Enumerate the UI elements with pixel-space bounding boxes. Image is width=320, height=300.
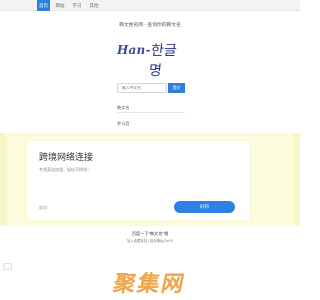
result-hangul-name: 韩文名 [117, 104, 185, 113]
logo-hangul-text: 한글명 [148, 43, 178, 79]
result-romanization: 罗马音 [117, 121, 130, 126]
ad-description: 专线直连加速，轻松不掉线！ [39, 167, 91, 172]
ad-strip-left [0, 133, 6, 226]
bottom-logo: 聚集网 [110, 272, 189, 297]
top-nav: 首页 网站 学习 其他 [0, 0, 300, 11]
nav-item-4[interactable]: 其他 [87, 0, 101, 11]
site-logo[interactable]: Han- 한글명 [117, 38, 187, 79]
nav-item-home[interactable]: 首页 [37, 0, 50, 11]
ad-headline: 跨境网络连接 [39, 152, 94, 162]
footer-tip: 百度一下“韩文名”哦 [131, 231, 169, 236]
search-submit-button[interactable]: 提交 [168, 83, 185, 93]
ad-dialog: 跨境网络连接 专线直连加速，轻松不掉线！ 取消 好的 [27, 141, 250, 220]
ad-area: 跨境网络连接 专线直连加速，轻松不掉线！ 取消 好的 [0, 133, 300, 226]
ad-strip-right [294, 133, 300, 226]
name-search-input[interactable] [117, 83, 167, 93]
site-title: 韩文姓名网 - 查询你的韩文名 [119, 23, 181, 28]
logo-latin-text: Han- [117, 43, 151, 57]
ad-confirm-button[interactable]: 好的 [174, 201, 235, 213]
nav-item-3[interactable]: 学习 [70, 0, 84, 11]
ad-cancel-button[interactable]: 取消 [39, 205, 47, 211]
nav-item-2[interactable]: 网站 [53, 0, 67, 11]
footer-bookmark-link[interactable]: 加入收藏本站 | 保存网址Ctrl+D [0, 238, 300, 243]
